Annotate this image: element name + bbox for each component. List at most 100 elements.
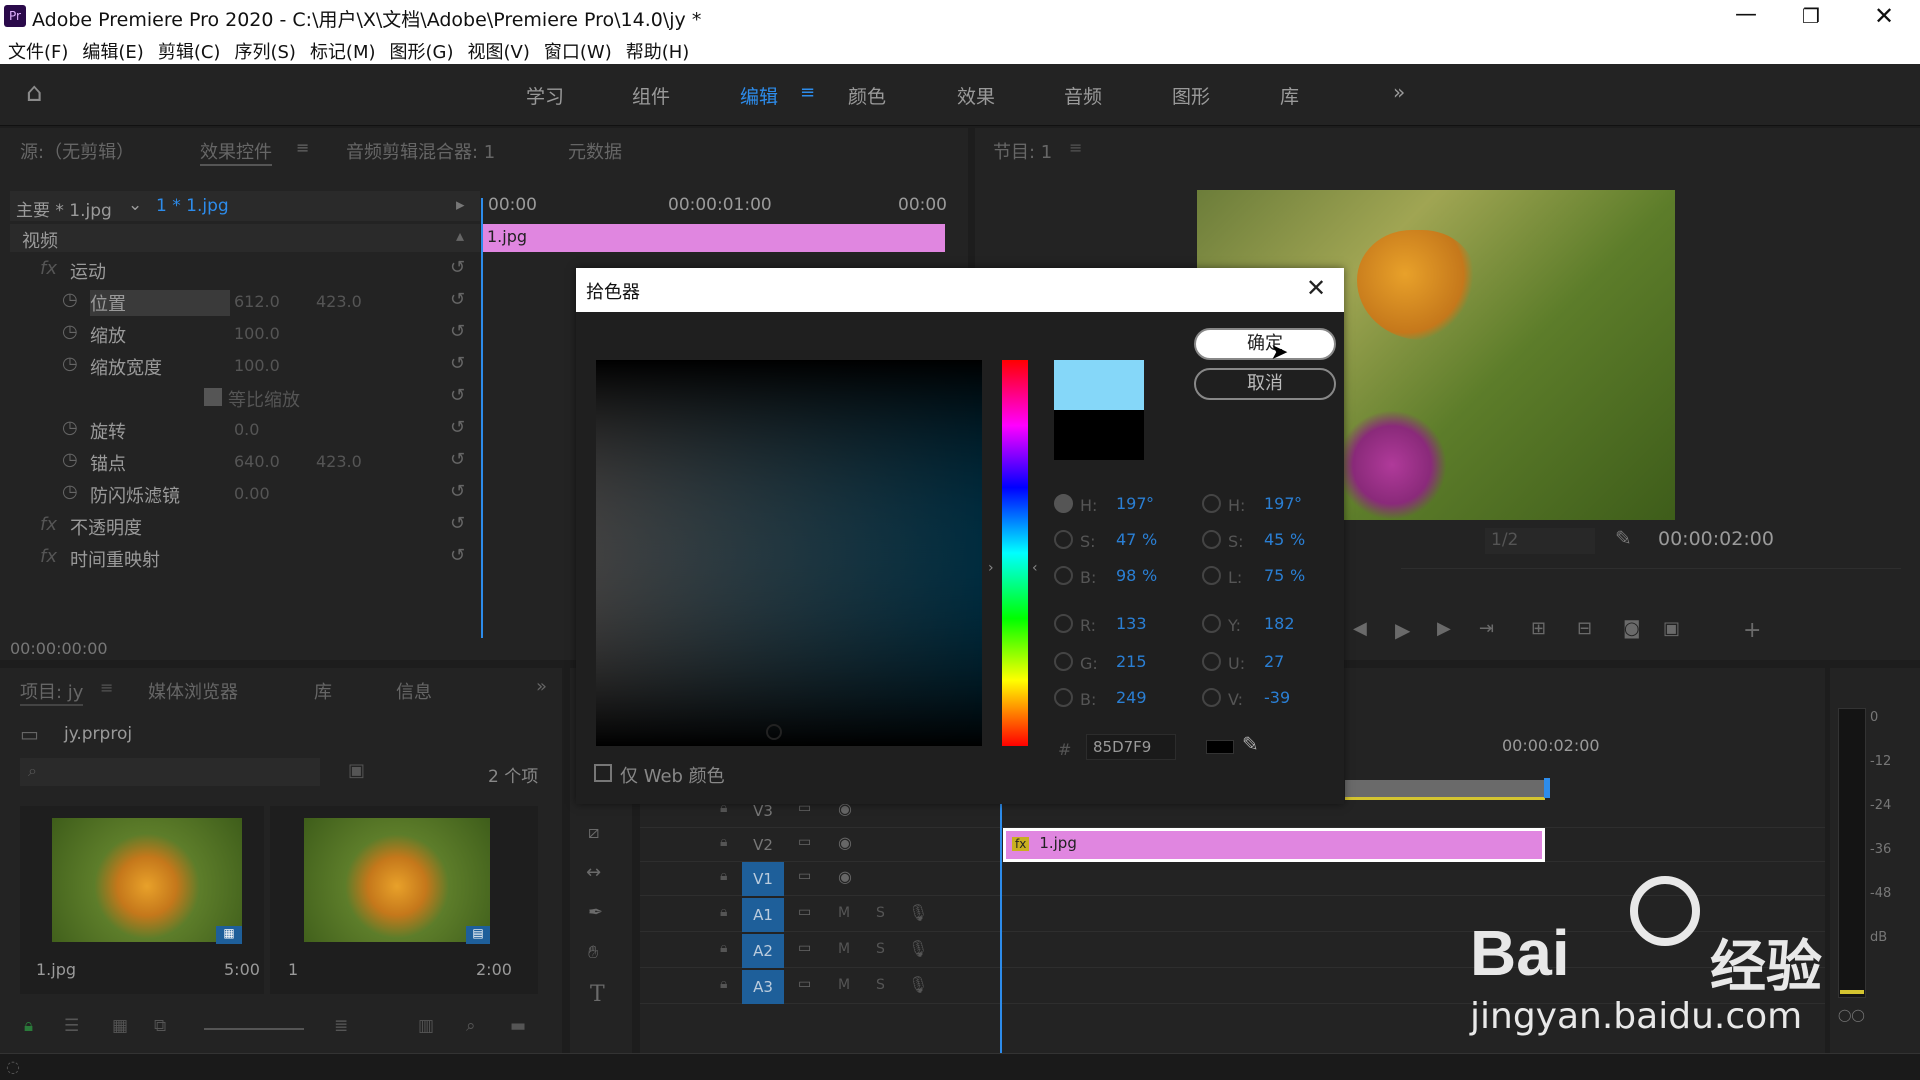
track-lock-icon[interactable]: 🔒︎ bbox=[720, 976, 727, 992]
effect-row[interactable]: fx 运动 ↺ bbox=[10, 254, 480, 286]
workspace-graphics[interactable]: 图形 bbox=[1172, 82, 1210, 109]
tab-info[interactable]: 信息 bbox=[396, 678, 432, 704]
play-arrow-icon[interactable]: ▸ bbox=[456, 195, 465, 215]
color-cursor[interactable] bbox=[766, 724, 782, 740]
effect-row[interactable]: ◷ 锚点 640.0 423.0 ↺ bbox=[10, 446, 480, 478]
tab-metadata[interactable]: 元数据 bbox=[568, 138, 622, 164]
workspace-audio[interactable]: 音频 bbox=[1064, 82, 1102, 109]
effect-row[interactable]: ◷ 防闪烁滤镜 0.00 ↺ bbox=[10, 478, 480, 510]
effect-row[interactable]: ◷ 缩放宽度 100.0 ↺ bbox=[10, 350, 480, 382]
menu-edit[interactable]: 编辑(E) bbox=[82, 38, 143, 64]
hue-radio[interactable] bbox=[1054, 494, 1073, 513]
effect-value[interactable]: 0.00 bbox=[234, 484, 270, 503]
minimize-icon[interactable]: — bbox=[1735, 2, 1757, 27]
sync-lock-icon[interactable]: ▭ bbox=[798, 868, 811, 884]
green-value[interactable]: 215 bbox=[1116, 652, 1147, 671]
tab-program[interactable]: 节目: 1 bbox=[993, 138, 1052, 164]
effect-value[interactable]: 100.0 bbox=[234, 324, 280, 343]
step-forward-icon[interactable]: ▶ bbox=[1437, 618, 1451, 639]
reset-icon[interactable]: ↺ bbox=[450, 545, 465, 566]
brightness-radio[interactable] bbox=[1054, 566, 1073, 585]
hue-value[interactable]: 197 bbox=[1116, 494, 1147, 513]
comparison-view-icon[interactable]: ▣ bbox=[1663, 618, 1680, 639]
stopwatch-icon[interactable]: ◷ bbox=[62, 353, 78, 374]
saturation-radio[interactable] bbox=[1054, 530, 1073, 549]
mute-button[interactable]: M bbox=[838, 905, 850, 921]
reset-icon[interactable]: ↺ bbox=[450, 481, 465, 502]
go-to-out-icon[interactable]: ⇥ bbox=[1479, 618, 1494, 639]
track-target-button[interactable]: A3 bbox=[742, 970, 784, 1004]
track-lock-icon[interactable]: 🔒︎ bbox=[720, 834, 727, 850]
hue-slider[interactable] bbox=[1002, 360, 1028, 746]
workspace-assembly[interactable]: 组件 bbox=[632, 82, 670, 109]
close-icon[interactable]: ✕ bbox=[1874, 2, 1894, 30]
stopwatch-icon[interactable]: ◷ bbox=[62, 481, 78, 502]
add-button-icon[interactable]: + bbox=[1743, 618, 1761, 643]
effect-row[interactable]: 等比缩放 ↺ bbox=[10, 382, 480, 414]
red-radio[interactable] bbox=[1054, 614, 1073, 633]
effect-row[interactable]: ◷ 缩放 100.0 ↺ bbox=[10, 318, 480, 350]
u-value[interactable]: 27 bbox=[1264, 652, 1284, 671]
green-radio[interactable] bbox=[1054, 652, 1073, 671]
mute-button[interactable]: M bbox=[838, 941, 850, 957]
tab-source[interactable]: 源:（无剪辑） bbox=[20, 138, 134, 164]
new-bin-icon[interactable]: ▣ bbox=[348, 760, 365, 781]
collapse-icon[interactable]: ▴ bbox=[456, 226, 464, 245]
effect-timecode[interactable]: 00:00:00:00 bbox=[10, 639, 108, 658]
chevron-down-icon[interactable]: ⌄ bbox=[128, 195, 142, 215]
effect-value[interactable]: 0.0 bbox=[234, 420, 259, 439]
sync-lock-icon[interactable]: ▭ bbox=[798, 976, 811, 992]
y-value[interactable]: 182 bbox=[1264, 614, 1295, 633]
mute-button[interactable]: M bbox=[838, 977, 850, 993]
v-radio[interactable] bbox=[1202, 688, 1221, 707]
effect-value[interactable]: 423.0 bbox=[316, 292, 362, 311]
reset-icon[interactable]: ↺ bbox=[450, 321, 465, 342]
tab-project[interactable]: 项目: jy bbox=[20, 678, 84, 706]
workspace-editing[interactable]: 编辑 bbox=[740, 82, 778, 109]
hand-tool-icon[interactable]: ✋︎ bbox=[588, 942, 598, 963]
effect-row[interactable]: fx 时间重映射 ↺ bbox=[10, 542, 480, 574]
track-lock-icon[interactable]: 🔒︎ bbox=[720, 940, 727, 956]
wrench-icon[interactable]: ✎ bbox=[1615, 526, 1632, 550]
track-target-button[interactable]: A1 bbox=[742, 898, 784, 932]
hsl-hue-radio[interactable] bbox=[1202, 494, 1221, 513]
effect-row[interactable]: ◷ 位置 612.0 423.0 ↺ bbox=[10, 286, 480, 318]
tab-effect-controls[interactable]: 效果控件 bbox=[200, 138, 272, 166]
workspace-menu-icon[interactable]: ≡ bbox=[800, 82, 815, 103]
workspace-overflow-icon[interactable]: » bbox=[1393, 80, 1405, 104]
home-icon[interactable]: ⌂ bbox=[26, 78, 43, 108]
stopwatch-icon[interactable]: ◷ bbox=[62, 417, 78, 438]
reset-icon[interactable]: ↺ bbox=[450, 417, 465, 438]
automate-icon[interactable]: ▥ bbox=[418, 1016, 434, 1036]
project-item[interactable]: ▤ 1 2:00 bbox=[270, 806, 538, 994]
project-search-input[interactable]: ⌕ bbox=[20, 758, 320, 786]
workspace-libraries[interactable]: 库 bbox=[1280, 82, 1299, 109]
restore-icon[interactable]: ❐ bbox=[1802, 4, 1820, 28]
stopwatch-icon[interactable]: ◷ bbox=[62, 289, 78, 310]
v-value[interactable]: -39 bbox=[1264, 688, 1290, 707]
razor-tool-icon[interactable]: ⧄ bbox=[588, 822, 599, 843]
reset-icon[interactable]: ↺ bbox=[450, 257, 465, 278]
y-radio[interactable] bbox=[1202, 614, 1221, 633]
effect-value[interactable]: 423.0 bbox=[316, 452, 362, 471]
reset-icon[interactable]: ↺ bbox=[450, 289, 465, 310]
microphone-icon[interactable]: 🎙︎ bbox=[908, 975, 928, 994]
sync-lock-icon[interactable]: ▭ bbox=[798, 834, 811, 850]
timeline-playhead[interactable] bbox=[1000, 798, 1002, 1053]
reset-icon[interactable]: ↺ bbox=[450, 513, 465, 534]
timeline-clip[interactable]: fx 1.jpg bbox=[1003, 828, 1545, 862]
red-value[interactable]: 133 bbox=[1116, 614, 1147, 633]
hsl-hue-value[interactable]: 197 bbox=[1264, 494, 1295, 513]
reset-icon[interactable]: ↺ bbox=[450, 449, 465, 470]
blue-value[interactable]: 249 bbox=[1116, 688, 1147, 707]
zoom-slider[interactable] bbox=[204, 1028, 304, 1030]
tab-audio-clip-mixer[interactable]: 音频剪辑混合器: 1 bbox=[346, 138, 495, 164]
menu-help[interactable]: 帮助(H) bbox=[626, 38, 690, 64]
web-colors-checkbox[interactable] bbox=[594, 764, 612, 782]
effect-row[interactable]: fx 不透明度 ↺ bbox=[10, 510, 480, 542]
effect-value[interactable]: 612.0 bbox=[234, 292, 280, 311]
play-icon[interactable]: ▶ bbox=[1395, 618, 1410, 642]
track-lock-icon[interactable]: 🔒︎ bbox=[720, 868, 727, 884]
menu-window[interactable]: 窗口(W) bbox=[544, 38, 612, 64]
sequence-clip-label[interactable]: 1 * 1.jpg bbox=[156, 196, 229, 216]
